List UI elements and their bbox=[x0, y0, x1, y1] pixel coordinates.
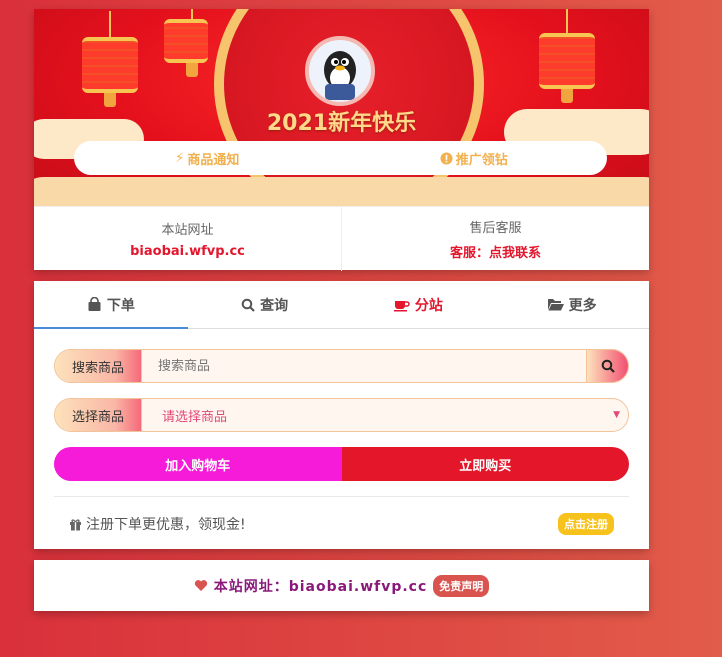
order-card: 下单 查询 分站 更多 搜索商品 搜索商品 选择商品 请选择商品 ▼ 加入购物车… bbox=[34, 281, 649, 549]
tab-more-label: 更多 bbox=[568, 297, 597, 314]
tab-substation[interactable]: 分站 bbox=[342, 281, 496, 328]
product-select-value: 请选择商品 bbox=[162, 409, 228, 425]
search-input[interactable] bbox=[142, 350, 586, 382]
product-notice-link[interactable]: ⚡ 商品通知 bbox=[74, 149, 341, 168]
buy-now-button[interactable]: 立即购买 bbox=[341, 447, 629, 481]
promo-diamond-label: 推广领钻 bbox=[455, 152, 508, 168]
register-promo-row: 注册下单更优惠，领现金! 点击注册 bbox=[54, 497, 629, 551]
customer-service-cell: 售后客服 客服：点我联系 bbox=[341, 207, 649, 271]
new-year-banner: 2021新年快乐 ⚡ 商品通知 推广领钻 bbox=[34, 9, 649, 206]
product-select-field: 选择商品 请选择商品 ▼ bbox=[54, 398, 629, 432]
footer-row: 本站网址：biaobai.wfvp.cc 免责声明 bbox=[34, 560, 649, 611]
tab-substation-label: 分站 bbox=[414, 297, 443, 314]
tab-query-label: 查询 bbox=[260, 297, 289, 314]
lantern-decoration bbox=[82, 11, 138, 107]
active-tab-indicator bbox=[34, 327, 188, 329]
search-icon bbox=[241, 298, 255, 312]
shopping-bag-icon bbox=[88, 297, 101, 311]
penguin-avatar-icon bbox=[324, 51, 356, 100]
add-to-cart-button[interactable]: 加入购物车 bbox=[54, 447, 342, 481]
site-url-value[interactable]: biaobai.wfvp.cc bbox=[130, 244, 245, 259]
search-button[interactable] bbox=[586, 350, 628, 382]
exclamation-circle-icon bbox=[440, 152, 453, 164]
contact-service-link[interactable]: 客服：点我联系 bbox=[450, 242, 541, 261]
coffee-cup-icon bbox=[393, 300, 410, 311]
action-buttons: 加入购物车 立即购买 bbox=[54, 447, 629, 481]
disclaimer-button[interactable]: 免责声明 bbox=[433, 574, 490, 597]
promo-diamond-link[interactable]: 推广领钻 bbox=[341, 149, 608, 168]
product-notice-label: 商品通知 bbox=[187, 152, 240, 168]
site-url-cell: 本站网址 biaobai.wfvp.cc bbox=[34, 207, 341, 271]
customer-service-label: 售后客服 bbox=[469, 221, 522, 236]
register-promo-text: 注册下单更优惠，领现金! bbox=[86, 517, 246, 533]
lantern-decoration bbox=[164, 9, 208, 77]
banner-title: 2021新年快乐 bbox=[266, 111, 417, 136]
footer-card: 本站网址：biaobai.wfvp.cc 免责声明 bbox=[34, 560, 649, 611]
search-field: 搜索商品 bbox=[54, 349, 629, 383]
tab-more[interactable]: 更多 bbox=[495, 281, 649, 328]
site-url-label: 本站网址 bbox=[161, 223, 214, 238]
select-field-label: 选择商品 bbox=[55, 399, 142, 431]
footer-site-url: 本站网址：biaobai.wfvp.cc bbox=[213, 578, 428, 595]
header-card: 2021新年快乐 ⚡ 商品通知 推广领钻 本站网址 biaobai.wfvp.c… bbox=[34, 9, 649, 271]
cloud-decoration bbox=[34, 177, 649, 206]
gift-icon bbox=[70, 518, 81, 530]
dropdown-caret-icon: ▼ bbox=[613, 410, 620, 420]
search-field-label: 搜索商品 bbox=[55, 350, 142, 382]
register-button[interactable]: 点击注册 bbox=[558, 513, 614, 535]
tab-order-label: 下单 bbox=[106, 297, 135, 314]
lantern-decoration bbox=[539, 9, 595, 103]
product-select[interactable]: 请选择商品 ▼ bbox=[142, 399, 628, 431]
order-form: 搜索商品 选择商品 请选择商品 ▼ 加入购物车 立即购买 bbox=[34, 329, 649, 551]
folder-open-icon bbox=[547, 299, 564, 311]
register-promo: 注册下单更优惠，领现金! bbox=[69, 514, 246, 534]
site-info-row: 本站网址 biaobai.wfvp.cc 售后客服 客服：点我联系 bbox=[34, 206, 649, 271]
heart-icon bbox=[194, 580, 207, 591]
tab-query[interactable]: 查询 bbox=[188, 281, 342, 328]
main-tabs: 下单 查询 分站 更多 bbox=[34, 281, 649, 329]
banner-nav-pill: ⚡ 商品通知 推广领钻 bbox=[74, 141, 607, 175]
tab-order[interactable]: 下单 bbox=[34, 281, 188, 328]
avatar bbox=[305, 36, 375, 106]
search-icon bbox=[601, 359, 615, 373]
lightning-icon: ⚡ bbox=[175, 150, 185, 166]
